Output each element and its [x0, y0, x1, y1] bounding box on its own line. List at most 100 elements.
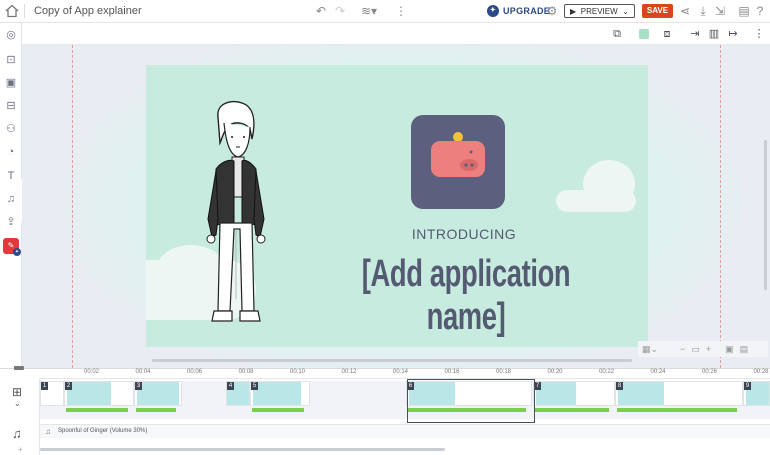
- charts-icon[interactable]: ◔: [3, 144, 19, 160]
- scenes-icon[interactable]: ⊡: [3, 52, 19, 68]
- more-vertical-icon[interactable]: ⋮: [752, 27, 766, 41]
- scenes-track-icon[interactable]: ⊞: [12, 385, 22, 399]
- preview-button[interactable]: ▶ PREVIEW ⌄: [564, 4, 635, 18]
- scene-duration-bar[interactable]: [252, 408, 304, 412]
- add-track-icon[interactable]: +: [18, 445, 23, 454]
- zoom-controls: ▦⌄ − ▭ + ▣ ▤: [638, 341, 768, 357]
- exit-icon[interactable]: ↦: [726, 27, 740, 41]
- selected-scene-outline: [407, 379, 535, 423]
- background-color-swatch[interactable]: [639, 29, 649, 39]
- more-vertical-icon[interactable]: ⋮: [393, 3, 409, 19]
- introducing-text[interactable]: INTRODUCING: [364, 226, 564, 242]
- timeline-tick-label: 00:02: [84, 369, 100, 375]
- timeline-tick-label: 00:24: [650, 369, 666, 375]
- divider: [24, 4, 25, 18]
- scene-clip[interactable]: 5: [250, 381, 310, 406]
- upgrade-button[interactable]: ✦ UPGRADE: [487, 4, 550, 18]
- scene-clip[interactable]: 2: [64, 381, 134, 406]
- left-sidebar: ◎ ⊡ ▣ ⊟ ⚇ ◔ T ♫ ⇪ ✎ ✦: [0, 23, 22, 368]
- zoom-out-icon[interactable]: −: [680, 344, 685, 354]
- layers-icon[interactable]: ≋▾: [358, 3, 380, 19]
- timeline-ruler[interactable]: 00:02 00:04 00:06 00:08 00:10 00:12 00:14 00:16…: [40, 369, 770, 379]
- fit-screen-icon[interactable]: ▭: [691, 344, 700, 355]
- character-figure[interactable]: [196, 99, 276, 331]
- scene-thumbnail: [536, 382, 576, 405]
- scene-canvas[interactable]: INTRODUCING [Add application name]: [146, 65, 648, 347]
- arrange-icon[interactable]: ⧉: [610, 27, 624, 41]
- gear-icon[interactable]: ⚙: [544, 3, 560, 19]
- top-bar: Copy of App explainer ↶ ↷ ≋▾ ⋮ ✦ UPGRADE…: [0, 0, 770, 23]
- scene-number: 2: [65, 382, 72, 390]
- cloud-right-puff: [583, 160, 635, 208]
- app-icon-placeholder[interactable]: [411, 115, 505, 209]
- view-toggle-icon[interactable]: ▣: [725, 344, 734, 355]
- save-button[interactable]: SAVE: [642, 4, 673, 18]
- canvas-workspace: INTRODUCING [Add application name] ▦⌄ − …: [22, 45, 770, 368]
- timeline-tick-label: 00:04: [135, 369, 151, 375]
- backgrounds-icon[interactable]: ▣: [3, 75, 19, 91]
- timeline-tick-label: 00:06: [187, 369, 203, 375]
- timeline-tick-label: 00:12: [341, 369, 357, 375]
- scene-clip[interactable]: 4: [226, 381, 250, 406]
- scene-clip[interactable]: 9: [743, 381, 770, 406]
- music-track-icon[interactable]: ♫: [12, 426, 22, 441]
- scene-duration-bar[interactable]: [617, 408, 737, 412]
- list-view-icon[interactable]: ▤: [740, 344, 749, 355]
- scene-number: 5: [251, 382, 258, 390]
- scene-thumbnail: [67, 382, 111, 405]
- scene-duration-bar[interactable]: [136, 408, 176, 412]
- upgrade-badge-icon: ✦: [487, 5, 499, 17]
- audio-note-icon: ♫: [45, 427, 51, 436]
- audio-track-label: Spoonful of Ginger (Volume 30%): [58, 428, 148, 434]
- help-icon[interactable]: ?: [752, 3, 768, 19]
- timeline-tick-label: 00:22: [599, 369, 615, 375]
- chevron-down-icon[interactable]: ⌄: [14, 399, 21, 408]
- scene-duration-bar[interactable]: [535, 408, 609, 412]
- timeline-resize-handle[interactable]: [14, 366, 24, 370]
- audio-track[interactable]: ♫ Spoonful of Ginger (Volume 30%): [40, 424, 770, 438]
- scene-number: 7: [534, 382, 541, 390]
- canvas-horizontal-scrollbar[interactable]: [152, 359, 632, 362]
- plugin-badge: ✦: [13, 248, 21, 256]
- scene-number: 8: [616, 382, 623, 390]
- compass-icon[interactable]: ◎: [3, 27, 19, 43]
- scene-number: 1: [41, 382, 48, 390]
- characters-icon[interactable]: ⚇: [3, 121, 19, 137]
- scene-clip[interactable]: 1: [40, 381, 64, 406]
- timeline-tick-label: 00:14: [393, 369, 409, 375]
- upload-icon[interactable]: ⇪: [3, 214, 19, 230]
- scene-track[interactable]: 123456789: [40, 381, 770, 419]
- share-icon[interactable]: ⋖: [677, 3, 693, 19]
- enter-icon[interactable]: ⇥: [688, 27, 702, 41]
- props-icon[interactable]: ⊟: [3, 98, 19, 114]
- scene-thumbnail: [253, 382, 301, 405]
- chevron-down-icon: ⌄: [622, 6, 629, 16]
- scene-clip[interactable]: 8: [615, 381, 743, 406]
- music-icon[interactable]: ♫: [3, 191, 19, 207]
- canvas-toolbar: ⧉ ⧈ ⇥ ▥ ↦ ⋮: [22, 23, 770, 45]
- scene-clip[interactable]: 7: [533, 381, 615, 406]
- undo-icon[interactable]: ↶: [313, 3, 329, 19]
- canvas-vertical-scrollbar[interactable]: [764, 140, 767, 290]
- scene-clip[interactable]: 3: [134, 381, 182, 406]
- duplicate-icon[interactable]: ⧈: [660, 27, 674, 41]
- export-icon[interactable]: ⇲: [712, 3, 728, 19]
- zoom-in-icon[interactable]: +: [706, 344, 711, 354]
- document-title[interactable]: Copy of App explainer: [34, 5, 142, 17]
- redo-icon[interactable]: ↷: [332, 3, 348, 19]
- grid-icon[interactable]: ▦⌄: [642, 344, 658, 355]
- scene-thumbnail: [137, 382, 179, 405]
- timeline-tick-label: 00:28: [753, 369, 769, 375]
- app-plugin-icon[interactable]: ✎ ✦: [3, 238, 21, 256]
- preview-label: PREVIEW: [580, 6, 618, 16]
- home-icon[interactable]: [4, 3, 20, 19]
- notes-icon[interactable]: ▤: [736, 3, 752, 19]
- download-icon[interactable]: ⤓: [695, 3, 711, 19]
- text-icon[interactable]: T: [3, 168, 19, 184]
- scene-duration-bar[interactable]: [66, 408, 128, 412]
- scene-number: 9: [744, 382, 751, 390]
- transition-icon[interactable]: ▥: [707, 27, 721, 41]
- app-name-text[interactable]: [Add application name]: [336, 253, 595, 339]
- timeline-tick-label: 00:10: [290, 369, 306, 375]
- timeline-scrollbar[interactable]: [40, 448, 445, 451]
